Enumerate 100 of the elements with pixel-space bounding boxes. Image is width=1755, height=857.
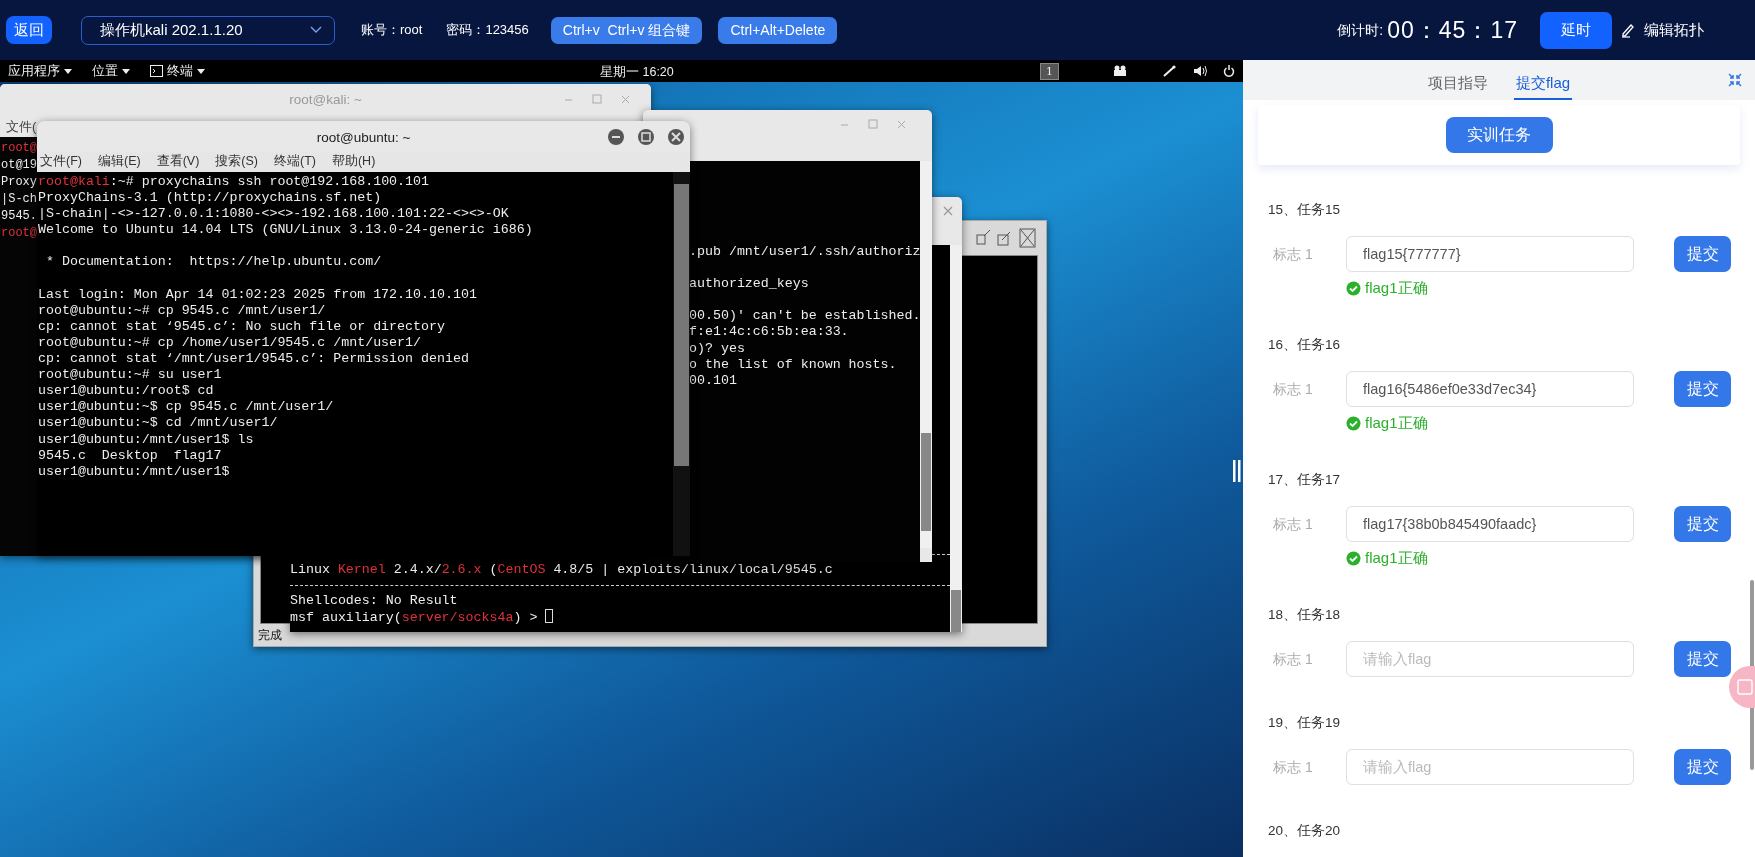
menu-item[interactable]: 查看(V): [156, 152, 200, 172]
camera-icon[interactable]: [1113, 65, 1127, 77]
menu-item[interactable]: 文件(: [6, 116, 37, 138]
terminal-line: o)? yes: [689, 340, 745, 357]
terminal-line: authorized_keys: [689, 276, 809, 293]
terminal-line: cp: cannot stat ‘9545.c’: No such file or directory: [38, 318, 445, 335]
task-title: 20、任务20: [1268, 822, 1342, 840]
terminal-line: root@: [1, 140, 37, 157]
tab[interactable]: 提交flag: [1513, 65, 1573, 100]
password-text: 密码：123456: [446, 21, 529, 40]
terminal-line: o the list of known hosts.: [689, 356, 897, 373]
flag-label: 标志 1: [1272, 244, 1314, 264]
scrollbar-thumb[interactable]: [674, 184, 689, 466]
menu-item[interactable]: 帮助(H): [331, 152, 376, 172]
terminal-line: cp: cannot stat ‘/mnt/user1/9545.c’: Permission denied: [38, 351, 469, 368]
terminal-line: root@ubuntu:~# cp 9545.c /mnt/user1/: [38, 302, 326, 319]
menu-item[interactable]: 搜索(S): [215, 152, 258, 172]
result-text: flag1正确: [1365, 413, 1428, 433]
menu-item[interactable]: 文件(F): [40, 152, 82, 172]
task-title: 15、任务15: [1268, 201, 1342, 219]
machine-select[interactable]: 操作机kali 202.1.1.20: [81, 15, 335, 45]
window-controls-icon[interactable]: [976, 227, 1036, 249]
edit-topology-link[interactable]: 编辑拓扑: [1644, 18, 1704, 42]
check-circle-icon: [1346, 280, 1361, 296]
caret-icon: [197, 68, 205, 74]
terminal-line: user1@ubuntu:/mnt/user1$ ls: [38, 431, 254, 448]
terminal-line: 9545.c Desktop flag17: [38, 447, 222, 464]
terminal-line: |S-chain|-<>-127.0.0.1:1080-<><>-192.168.100.101:22-<><>-OK: [38, 206, 509, 223]
terminal-line: Shellcodes: No Result: [290, 592, 458, 609]
terminal-line: .pub /mnt/user1/.ssh/authoriz: [689, 244, 921, 261]
panel-menu[interactable]: 终端: [150, 61, 205, 81]
terminal-line: * Documentation: https://help.ubuntu.com/: [44, 254, 382, 271]
task-title: 16、任务16: [1268, 336, 1342, 354]
scrollbar-thumb[interactable]: [921, 433, 931, 531]
tab[interactable]: 项目指导: [1425, 65, 1490, 100]
task-title: 18、任务18: [1268, 606, 1342, 624]
terminal-icon: [150, 65, 163, 77]
caret-icon: [122, 68, 130, 74]
terminal-line: |S-ch: [1, 191, 37, 208]
terminal-line: root@: [1, 225, 37, 242]
terminal-line: user1@ubuntu:/mnt/user1$: [38, 463, 230, 480]
menu-item[interactable]: 终端(T): [274, 152, 316, 172]
terminal-line: 9545.: [1, 208, 37, 225]
submit-button[interactable]: 提交: [1674, 641, 1731, 677]
check-circle-icon: [1346, 415, 1361, 431]
collapse-icon[interactable]: [1727, 72, 1743, 88]
window-title: root@ubuntu: ~: [37, 121, 690, 152]
terminal-line: Welcome to Ubuntu 14.04 LTS (GNU/Linux 3.13.0-24-generic i686): [38, 222, 533, 239]
result-text: flag1正确: [1365, 548, 1428, 568]
pencil-icon[interactable]: [1620, 22, 1636, 38]
terminal-line: Proxy: [1, 174, 37, 191]
terminal-line: 00.101: [689, 372, 737, 389]
flag-label: 标志 1: [1272, 514, 1314, 534]
delay-button[interactable]: 延时: [1540, 11, 1612, 49]
result-text: flag1正确: [1365, 278, 1428, 298]
panel-menu[interactable]: 位置: [92, 61, 130, 81]
flag-label: 标志 1: [1272, 757, 1314, 777]
flag-input-field[interactable]: 请输入flag: [1346, 641, 1634, 677]
resize-handle[interactable]: [1232, 460, 1242, 482]
back-button[interactable]: 返回: [6, 16, 52, 44]
flag-input-field[interactable]: 请输入flag: [1346, 749, 1634, 785]
terminal-line: Last login: Mon Apr 14 01:02:23 2025 from 172.10.10.101: [38, 286, 477, 303]
submit-button[interactable]: 提交: [1674, 236, 1731, 272]
caret-icon: [64, 68, 72, 74]
scrollbar-thumb[interactable]: [951, 590, 961, 632]
panel-menu[interactable]: 应用程序: [8, 61, 72, 81]
flag-input-field[interactable]: flag15{777777}: [1346, 236, 1634, 272]
status-text: 完成: [258, 627, 282, 644]
submit-button[interactable]: 提交: [1674, 749, 1731, 785]
flag-label: 标志 1: [1272, 649, 1314, 669]
key-combo-button[interactable]: Ctrl+Alt+Delete: [718, 16, 838, 44]
workspace-indicator[interactable]: 1: [1040, 62, 1059, 80]
volume-icon[interactable]: [1193, 65, 1207, 77]
account-text: 账号：root: [361, 21, 423, 40]
submit-button[interactable]: 提交: [1674, 371, 1731, 407]
task-title: 19、任务19: [1268, 714, 1342, 732]
terminal-line: root@ubuntu:~# su user1: [38, 367, 222, 384]
terminal-line: 00.50)' can't be established.: [689, 308, 921, 325]
key-combo-button[interactable]: Ctrl+v Ctrl+v 组合键: [550, 16, 703, 44]
terminal-line: ProxyChains-3.1 (http://proxychains.sf.net): [38, 190, 382, 207]
flag-input-field[interactable]: flag17{38b0b845490faadc}: [1346, 506, 1634, 542]
flag-input-field[interactable]: flag16{5486ef0e33d7ec34}: [1346, 371, 1634, 407]
chevron-down-icon: [310, 26, 322, 34]
terminal-line: user1@ubuntu:~$ cp 9545.c /mnt/user1/: [38, 399, 334, 416]
flag-label: 标志 1: [1272, 379, 1314, 399]
terminal-line: root@kali:~# proxychains ssh root@192.168.100.101: [38, 174, 429, 191]
network-icon[interactable]: [1163, 65, 1177, 77]
submit-button[interactable]: 提交: [1674, 506, 1731, 542]
terminal-line: Linux Kernel 2.4.x/2.6.x (CentOS 4.8/5 | exploits/linux/local/9545.c: [290, 561, 833, 578]
countdown-label: 倒计时:: [1337, 20, 1384, 40]
window-controls-icon[interactable]: [606, 127, 686, 147]
menu-item[interactable]: 编辑(E): [97, 152, 141, 172]
power-icon[interactable]: [1223, 65, 1235, 77]
close-icon[interactable]: [942, 205, 954, 217]
terminal-line: root@ubuntu:~# cp /home/user1/9545.c /mnt/user1/: [38, 334, 421, 352]
terminal-line: f:e1:4c:c6:5b:ea:33.: [689, 324, 849, 341]
task-title: 17、任务17: [1268, 471, 1342, 489]
check-circle-icon: [1346, 550, 1361, 566]
terminal-line: msf auxiliary(server/socks4a) >: [290, 608, 554, 626]
training-task-button[interactable]: 实训任务: [1445, 117, 1553, 153]
